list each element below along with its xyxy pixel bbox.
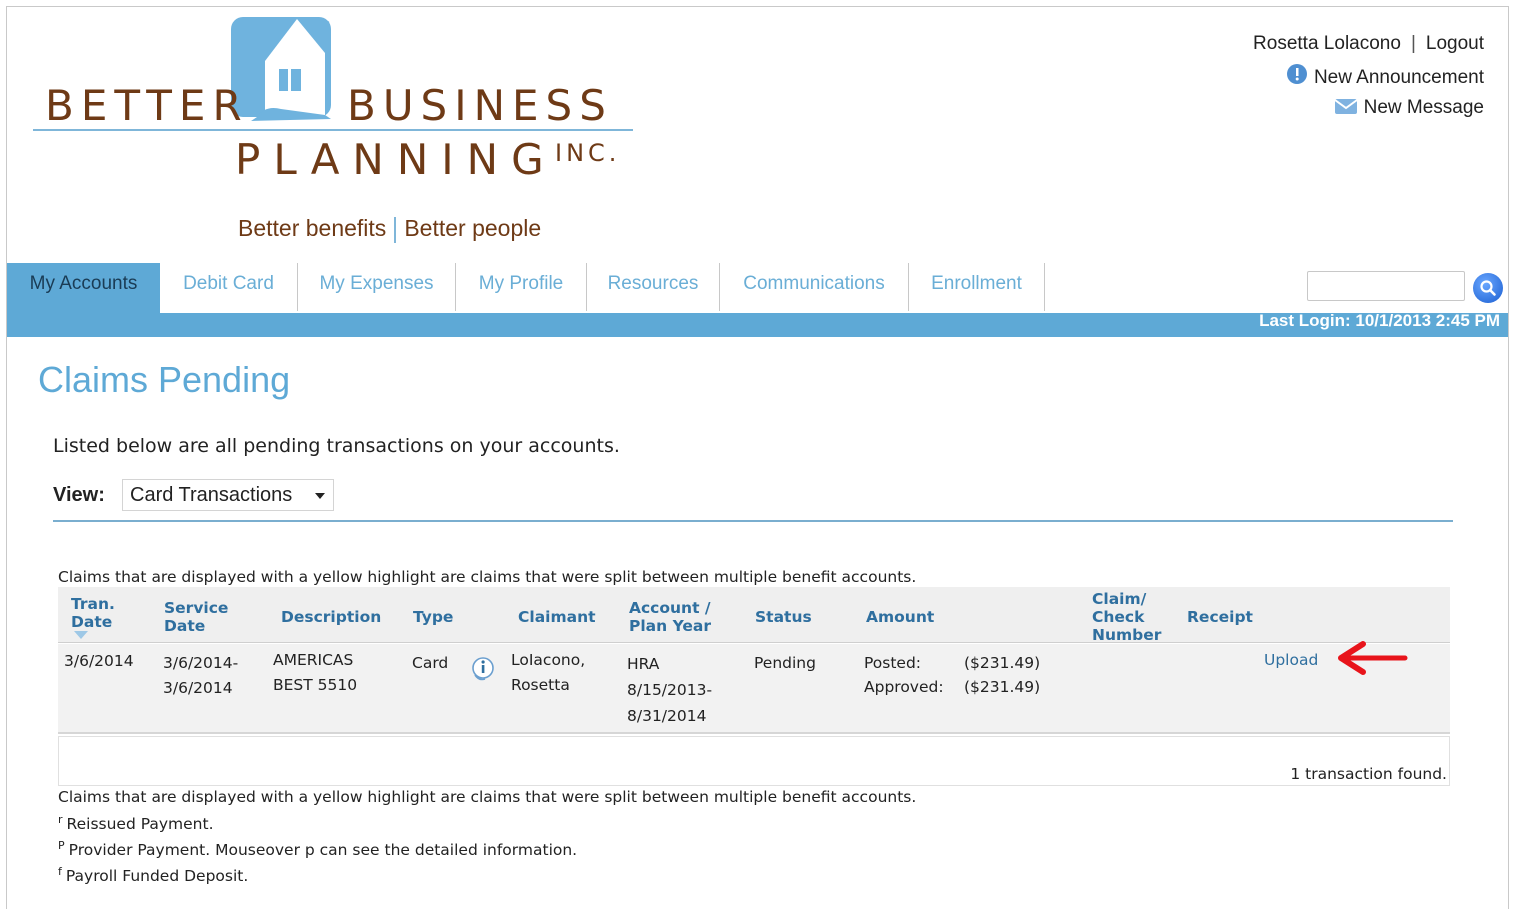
cell-posted-label: Posted:	[864, 654, 922, 672]
legend-payroll: f Payroll Funded Deposit.	[58, 865, 248, 885]
cell-account-line3: 8/31/2014	[627, 707, 707, 725]
legend-provider-text: Provider Payment. Mouseover p can see th…	[68, 841, 578, 859]
info-icon	[1286, 63, 1308, 93]
logo-word-better: BETTER	[45, 81, 249, 130]
cell-posted-value: ($231.49)	[964, 654, 1041, 672]
message-label: New Message	[1363, 97, 1484, 118]
split-note-bottom: Claims that are displayed with a yellow …	[58, 788, 917, 806]
col-claim-check[interactable]: Claim/ Check Number	[1092, 590, 1161, 644]
legend-reissued: r Reissued Payment.	[58, 813, 214, 833]
table-row: 3/6/2014 3/6/2014- 3/6/2014 AMERICAS BES…	[58, 644, 1450, 734]
cell-service-date-line2: 3/6/2014	[163, 679, 233, 697]
user-separator: |	[1410, 33, 1416, 54]
search-icon	[1480, 280, 1496, 296]
cell-description: AMERICAS BEST 5510	[273, 648, 357, 698]
envelope-icon	[1334, 97, 1358, 123]
col-tran-date-line1: Tran.	[71, 595, 115, 613]
page-frame: BETTER BUSINESS PLANNING INC. Better ben…	[6, 6, 1509, 909]
tagline: Better benefits Better people	[238, 215, 541, 243]
col-amount[interactable]: Amount	[866, 608, 934, 626]
table-header: Tran. Date Service Date Description Type…	[58, 587, 1450, 644]
transaction-count: 1 transaction found.	[1290, 765, 1447, 783]
legend-reissued-mark: r	[58, 813, 63, 826]
col-service-date-line2: Date	[164, 617, 206, 635]
company-logo[interactable]: BETTER BUSINESS PLANNING INC. Better ben…	[25, 9, 635, 259]
col-account[interactable]: Account / Plan Year	[629, 599, 711, 635]
legend-provider-mark: P	[58, 839, 65, 852]
tagline-right: Better people	[404, 215, 542, 241]
col-tran-date-line2: Date	[71, 613, 113, 631]
col-receipt[interactable]: Receipt	[1187, 608, 1253, 626]
col-status[interactable]: Status	[755, 608, 812, 626]
upload-receipt-link[interactable]: Upload	[1264, 648, 1318, 673]
col-service-date-line1: Service	[164, 599, 229, 617]
cell-approved-value: ($231.49)	[964, 678, 1041, 696]
cell-claimant-line2: Rosetta	[511, 676, 570, 694]
tab-resources[interactable]: Resources	[587, 263, 720, 311]
legend-payroll-mark: f	[58, 865, 62, 878]
cell-claimant: LoIacono, Rosetta	[511, 648, 585, 698]
announcement-link[interactable]: New Announcement	[1253, 63, 1484, 95]
tagline-separator	[394, 216, 397, 243]
last-login: Last Login: 10/1/2013 2:45 PM	[1259, 311, 1500, 330]
cell-description-line2: BEST 5510	[273, 676, 358, 694]
col-account-line1: Account /	[629, 599, 711, 617]
page-title: Claims Pending	[38, 359, 291, 400]
legend-reissued-text: Reissued Payment.	[66, 815, 214, 833]
chevron-down-icon	[315, 493, 325, 499]
logo-word-business: BUSINESS	[347, 81, 613, 130]
page-intro: Listed below are all pending transaction…	[53, 435, 620, 457]
col-description[interactable]: Description	[281, 608, 381, 626]
main-nav: My Accounts Debit Card My Expenses My Pr…	[7, 263, 1508, 313]
cell-claimant-line1: LoIacono,	[511, 651, 586, 669]
cell-account-line2: 8/15/2013-	[627, 681, 713, 699]
tab-enrollment[interactable]: Enrollment	[909, 263, 1045, 311]
cell-service-date: 3/6/2014- 3/6/2014	[163, 651, 238, 701]
col-service-date[interactable]: Service Date	[164, 599, 228, 635]
search-input[interactable]	[1307, 271, 1465, 301]
col-tran-date[interactable]: Tran. Date	[71, 595, 115, 631]
tab-debit-card[interactable]: Debit Card	[160, 263, 298, 311]
cell-approved-label: Approved:	[864, 678, 944, 696]
table-footer: 1 transaction found.	[58, 736, 1450, 786]
cell-description-line1: AMERICAS	[273, 651, 354, 669]
logo-suffix: INC.	[555, 139, 621, 167]
cell-status: Pending	[754, 654, 816, 672]
col-claimant[interactable]: Claimant	[518, 608, 596, 626]
tab-communications[interactable]: Communications	[720, 263, 909, 311]
cell-account-line1: HRA	[627, 655, 660, 673]
user-panel: Rosetta Lolacono | Logout New Announcement…	[1253, 31, 1484, 127]
legend-payroll-text: Payroll Funded Deposit.	[65, 867, 249, 885]
message-link[interactable]: New Message	[1253, 95, 1484, 127]
col-type[interactable]: Type	[413, 608, 453, 626]
arrow-left-icon	[1338, 641, 1408, 675]
col-claim-check-line3: Number	[1092, 626, 1162, 644]
cell-amount-labels: Posted: Approved:	[864, 651, 944, 699]
sort-arrow-icon	[74, 631, 88, 639]
view-select-value: Card Transactions	[130, 484, 293, 506]
col-claim-check-line1: Claim/	[1092, 590, 1147, 608]
cell-account: HRA 8/15/2013- 8/31/2014	[627, 651, 712, 729]
col-account-line2: Plan Year	[629, 617, 711, 635]
user-name: Rosetta Lolacono	[1253, 33, 1401, 54]
cell-type: Card	[412, 654, 449, 672]
cell-tran-date: 3/6/2014	[64, 652, 134, 670]
tab-my-accounts[interactable]: My Accounts	[7, 263, 160, 313]
cell-amount-values: ($231.49) ($231.49)	[964, 651, 1040, 699]
content-divider	[53, 520, 1453, 522]
tab-my-profile[interactable]: My Profile	[456, 263, 587, 311]
search-button[interactable]	[1473, 273, 1503, 303]
logo-word-planning: PLANNING	[235, 135, 557, 184]
view-select[interactable]: Card Transactions	[122, 479, 334, 511]
view-label: View:	[53, 484, 105, 506]
split-note-top: Claims that are displayed with a yellow …	[58, 568, 917, 586]
legend-provider: P Provider Payment. Mouseover p can see t…	[58, 839, 577, 859]
tagline-left: Better benefits	[238, 215, 387, 241]
tab-my-expenses[interactable]: My Expenses	[298, 263, 456, 311]
col-claim-check-line2: Check	[1092, 608, 1145, 626]
logout-link[interactable]: Logout	[1426, 33, 1484, 54]
announcement-label: New Announcement	[1313, 67, 1484, 88]
cell-service-date-line1: 3/6/2014-	[163, 654, 239, 672]
info-icon[interactable]	[471, 656, 497, 682]
